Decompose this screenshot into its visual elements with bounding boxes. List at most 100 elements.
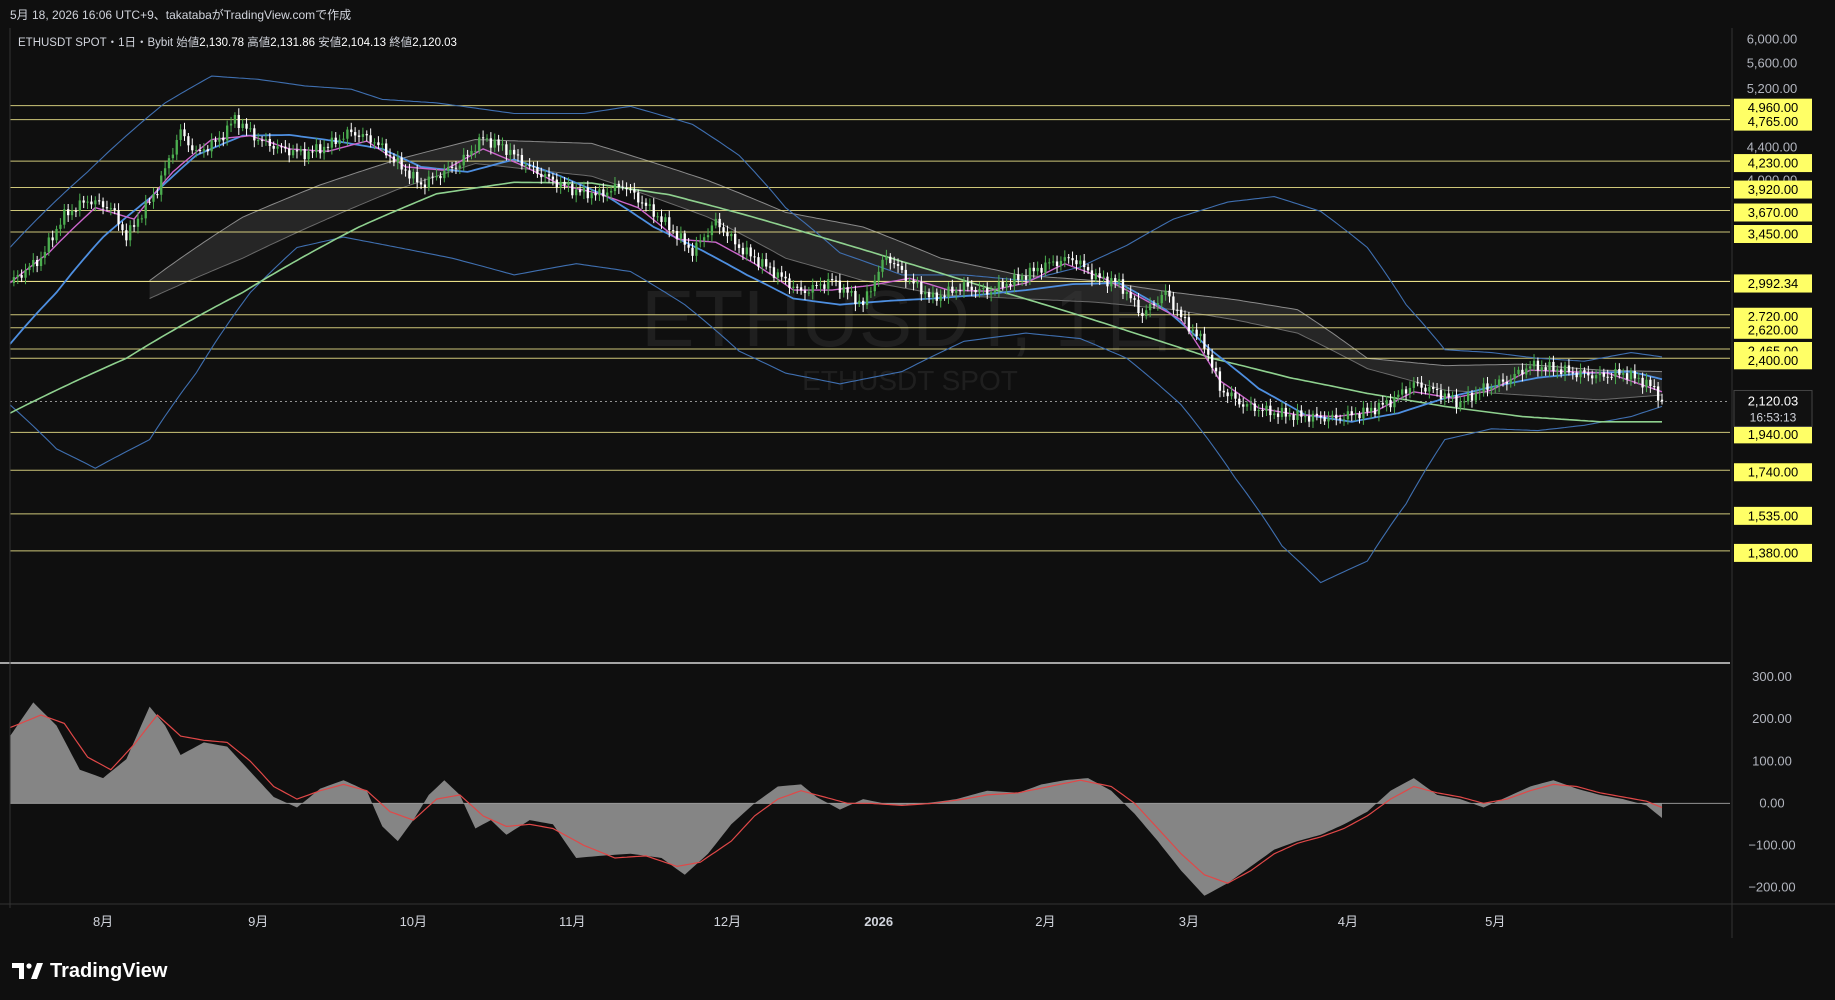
candle-body: [1478, 392, 1481, 394]
candle-body: [226, 125, 229, 141]
candle-body: [330, 137, 334, 148]
candle-body: [1602, 372, 1605, 377]
price-tick-label: 4,400.00: [1747, 139, 1798, 154]
candle-body: [951, 286, 954, 293]
candle-body: [1420, 382, 1423, 388]
candle-body: [148, 201, 151, 203]
candle-body: [1005, 283, 1008, 288]
candle-body: [780, 272, 783, 277]
candle-body: [1226, 392, 1229, 397]
candle-body: [1024, 275, 1028, 280]
candle-body: [532, 166, 535, 168]
candle-body: [1129, 292, 1132, 299]
candle-body: [1040, 267, 1043, 273]
candle-body: [1238, 398, 1241, 405]
candle-body: [912, 280, 915, 284]
candle-body: [505, 144, 508, 155]
candle-body: [1544, 367, 1547, 371]
candle-body: [695, 242, 698, 256]
candle-body: [978, 288, 981, 293]
candle-body: [1017, 274, 1020, 280]
candle-body: [35, 260, 39, 267]
candle-body: [1412, 382, 1415, 388]
candle-body: [590, 193, 593, 199]
candle-body: [741, 247, 745, 255]
chart-canvas[interactable]: ETHUSDT, 1日 ETHUSDT SPOT 6,000.005,600.0…: [0, 28, 1835, 952]
candle-body: [873, 280, 876, 292]
candle-body: [1222, 390, 1225, 393]
candle-body: [893, 263, 896, 265]
candle-body: [784, 276, 787, 279]
candle-body: [237, 115, 240, 129]
candle-body: [726, 232, 729, 237]
candle-body: [768, 266, 772, 268]
candle-body: [497, 139, 500, 146]
candle-body: [1637, 377, 1640, 379]
candle-body: [43, 251, 47, 258]
candle-body: [431, 176, 434, 178]
candle-body: [12, 277, 16, 283]
candle-body: [1125, 292, 1129, 294]
candle-body: [63, 209, 66, 225]
candle-body: [1261, 410, 1264, 412]
candle-body: [765, 259, 768, 267]
candle-body: [877, 271, 880, 281]
candle-body: [1086, 267, 1090, 271]
candle-body: [1307, 416, 1311, 422]
candle-body: [447, 166, 450, 171]
candle-body: [78, 200, 81, 211]
candle-body: [163, 168, 167, 176]
oscillator-tick-label: 200.00: [1752, 711, 1792, 726]
candle-body: [1350, 411, 1353, 416]
candle-body: [1439, 390, 1443, 400]
candle-body: [1210, 354, 1214, 368]
candle-body: [609, 191, 613, 193]
candle-body: [621, 186, 624, 188]
candle-body: [1094, 273, 1097, 280]
candle-body: [1269, 405, 1272, 416]
candle-body: [94, 200, 97, 205]
candle-body: [1207, 348, 1210, 355]
candle-body: [416, 171, 419, 183]
candle-body: [986, 288, 989, 295]
candle-body: [466, 154, 469, 156]
candle-body: [1055, 261, 1059, 266]
candle-body: [1137, 299, 1140, 314]
candle-body: [989, 292, 993, 295]
candle-body: [435, 175, 438, 178]
candle-body: [1536, 360, 1540, 371]
candle-body: [392, 156, 396, 163]
brand-logo[interactable]: TradingView: [12, 960, 167, 983]
candle-body: [811, 285, 814, 293]
candle-body: [1257, 410, 1260, 412]
candle-body: [408, 170, 411, 179]
candle-body: [1083, 260, 1086, 268]
time-tick-label: 2月: [1035, 914, 1055, 929]
candle-body: [1009, 283, 1012, 286]
candle-body: [156, 194, 159, 196]
candle-body: [1532, 360, 1536, 367]
time-tick-label: 12月: [714, 914, 741, 929]
oscillator-tick-label: −100.00: [1748, 837, 1795, 852]
candle-body: [1556, 369, 1559, 372]
candle-body: [377, 142, 380, 146]
candle-body: [489, 138, 493, 148]
candle-body: [761, 259, 764, 267]
candle-body: [1660, 399, 1664, 402]
candle-body: [555, 179, 558, 188]
level-label: 2,400.00: [1748, 353, 1799, 368]
candle-body: [1063, 257, 1066, 261]
candle-body: [509, 149, 512, 155]
candle-body: [1265, 405, 1268, 412]
level-label: 2,992.34: [1748, 276, 1799, 291]
candle-body: [1567, 365, 1571, 373]
candle-body: [520, 155, 524, 166]
candle-body: [578, 189, 582, 193]
candle-body: [140, 218, 144, 220]
candle-body: [1517, 369, 1520, 374]
candle-body: [528, 164, 531, 167]
candle-body: [1079, 260, 1082, 265]
candle-body: [637, 192, 640, 203]
candle-body: [1571, 372, 1574, 374]
candle-body: [322, 146, 326, 154]
